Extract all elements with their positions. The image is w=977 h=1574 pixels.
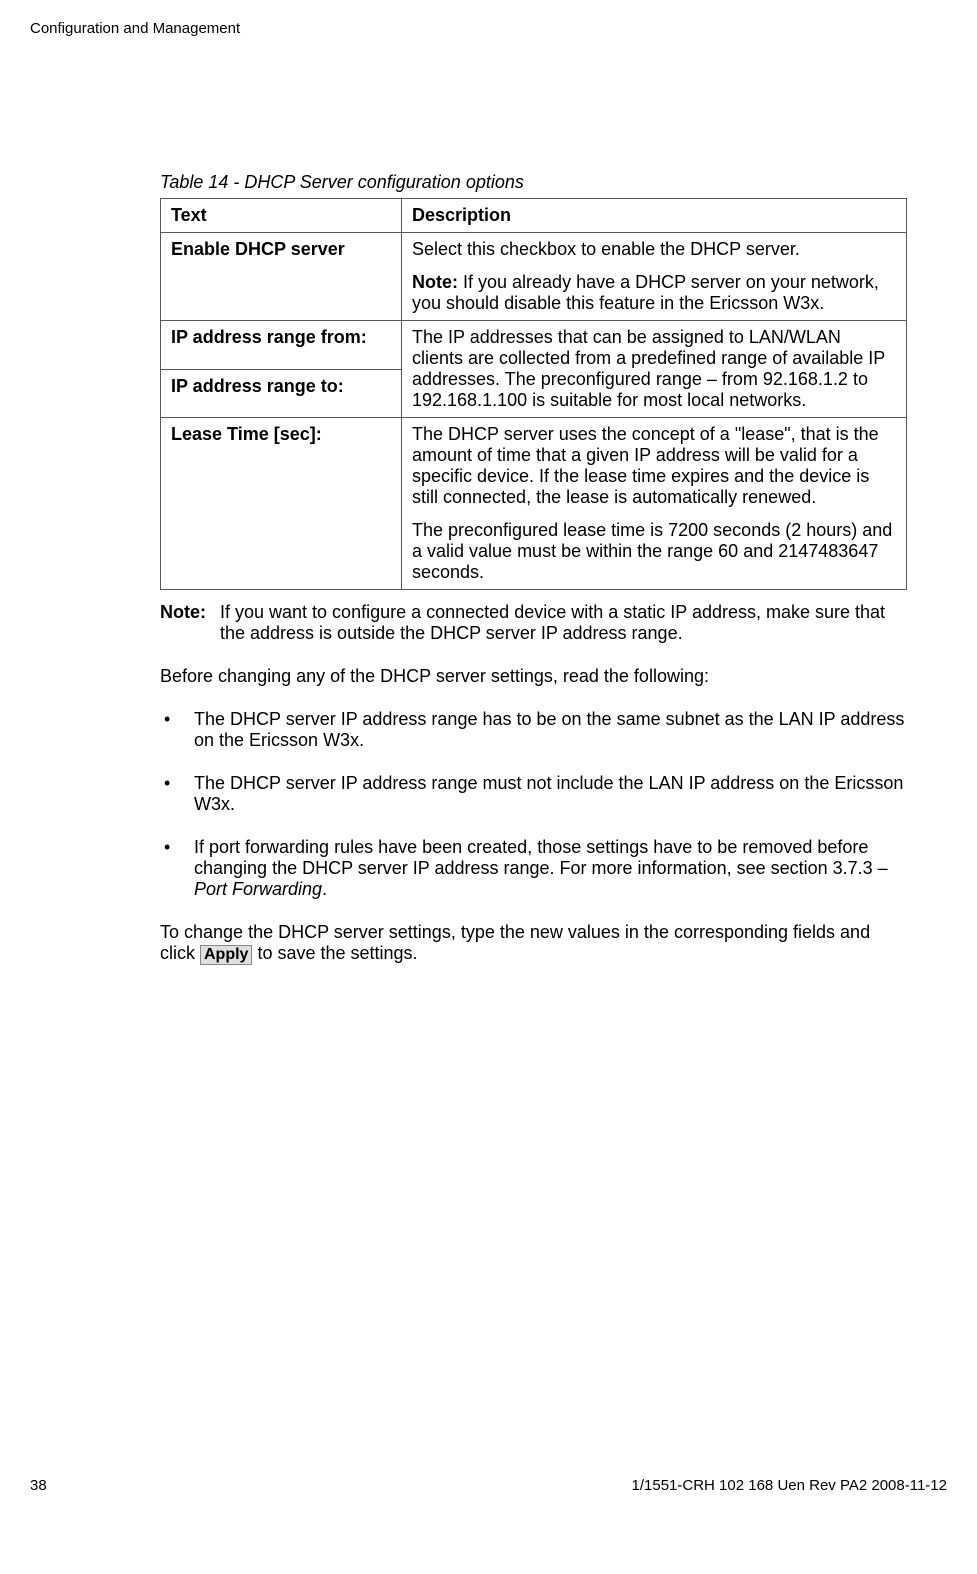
page-footer: 38 1/1551-CRH 102 168 Uen Rev PA2 2008-1…	[30, 1477, 947, 1494]
note-text: If you want to configure a connected dev…	[220, 602, 907, 644]
bullet-icon: •	[160, 709, 194, 751]
row-label: Lease Time [sec]:	[161, 418, 402, 590]
row-description: The IP addresses that can be assigned to…	[402, 321, 907, 418]
list-text-italic: Port Forwarding	[194, 879, 322, 899]
list-item: • The DHCP server IP address range must …	[160, 773, 907, 815]
bullet-list: • The DHCP server IP address range has t…	[160, 709, 907, 900]
table-head-text: Text	[161, 199, 402, 233]
desc-text: Select this checkbox to enable the DHCP …	[412, 239, 896, 260]
body-paragraph: Before changing any of the DHCP server s…	[160, 666, 907, 687]
table-row: Lease Time [sec]: The DHCP server uses t…	[161, 418, 907, 590]
list-item-text: The DHCP server IP address range must no…	[194, 773, 907, 815]
body-paragraph: To change the DHCP server settings, type…	[160, 922, 907, 965]
list-text-part: .	[322, 879, 327, 899]
list-item-text: The DHCP server IP address range has to …	[194, 709, 907, 751]
note-block: Note: If you want to configure a connect…	[160, 602, 907, 644]
row-label: IP address range from:	[161, 321, 402, 370]
table-row: IP address range from: The IP addresses …	[161, 321, 907, 370]
section-header: Configuration and Management	[30, 20, 927, 37]
row-description: Select this checkbox to enable the DHCP …	[402, 233, 907, 321]
row-label: IP address range to:	[161, 369, 402, 418]
list-item: • The DHCP server IP address range has t…	[160, 709, 907, 751]
para-text: to save the settings.	[252, 943, 417, 963]
row-label: Enable DHCP server	[161, 233, 402, 321]
note-label: Note:	[160, 602, 220, 644]
desc-text: The DHCP server uses the concept of a "l…	[412, 424, 896, 508]
list-text-part: If port forwarding rules have been creat…	[194, 837, 888, 878]
bullet-icon: •	[160, 837, 194, 900]
desc-text: The preconfigured lease time is 7200 sec…	[412, 520, 896, 583]
bullet-icon: •	[160, 773, 194, 815]
table-row: Enable DHCP server Select this checkbox …	[161, 233, 907, 321]
table-caption: Table 14 - DHCP Server configuration opt…	[160, 172, 907, 193]
desc-text: Note: If you already have a DHCP server …	[412, 272, 896, 314]
dhcp-options-table: Text Description Enable DHCP server Sele…	[160, 198, 907, 590]
apply-button[interactable]: Apply	[200, 945, 252, 965]
list-item: • If port forwarding rules have been cre…	[160, 837, 907, 900]
desc-text: If you already have a DHCP server on you…	[412, 272, 879, 313]
row-description: The DHCP server uses the concept of a "l…	[402, 418, 907, 590]
note-prefix: Note:	[412, 272, 458, 292]
doc-id: 1/1551-CRH 102 168 Uen Rev PA2 2008-11-1…	[632, 1477, 947, 1494]
table-head-description: Description	[402, 199, 907, 233]
page-number: 38	[30, 1477, 47, 1494]
list-item-text: If port forwarding rules have been creat…	[194, 837, 907, 900]
